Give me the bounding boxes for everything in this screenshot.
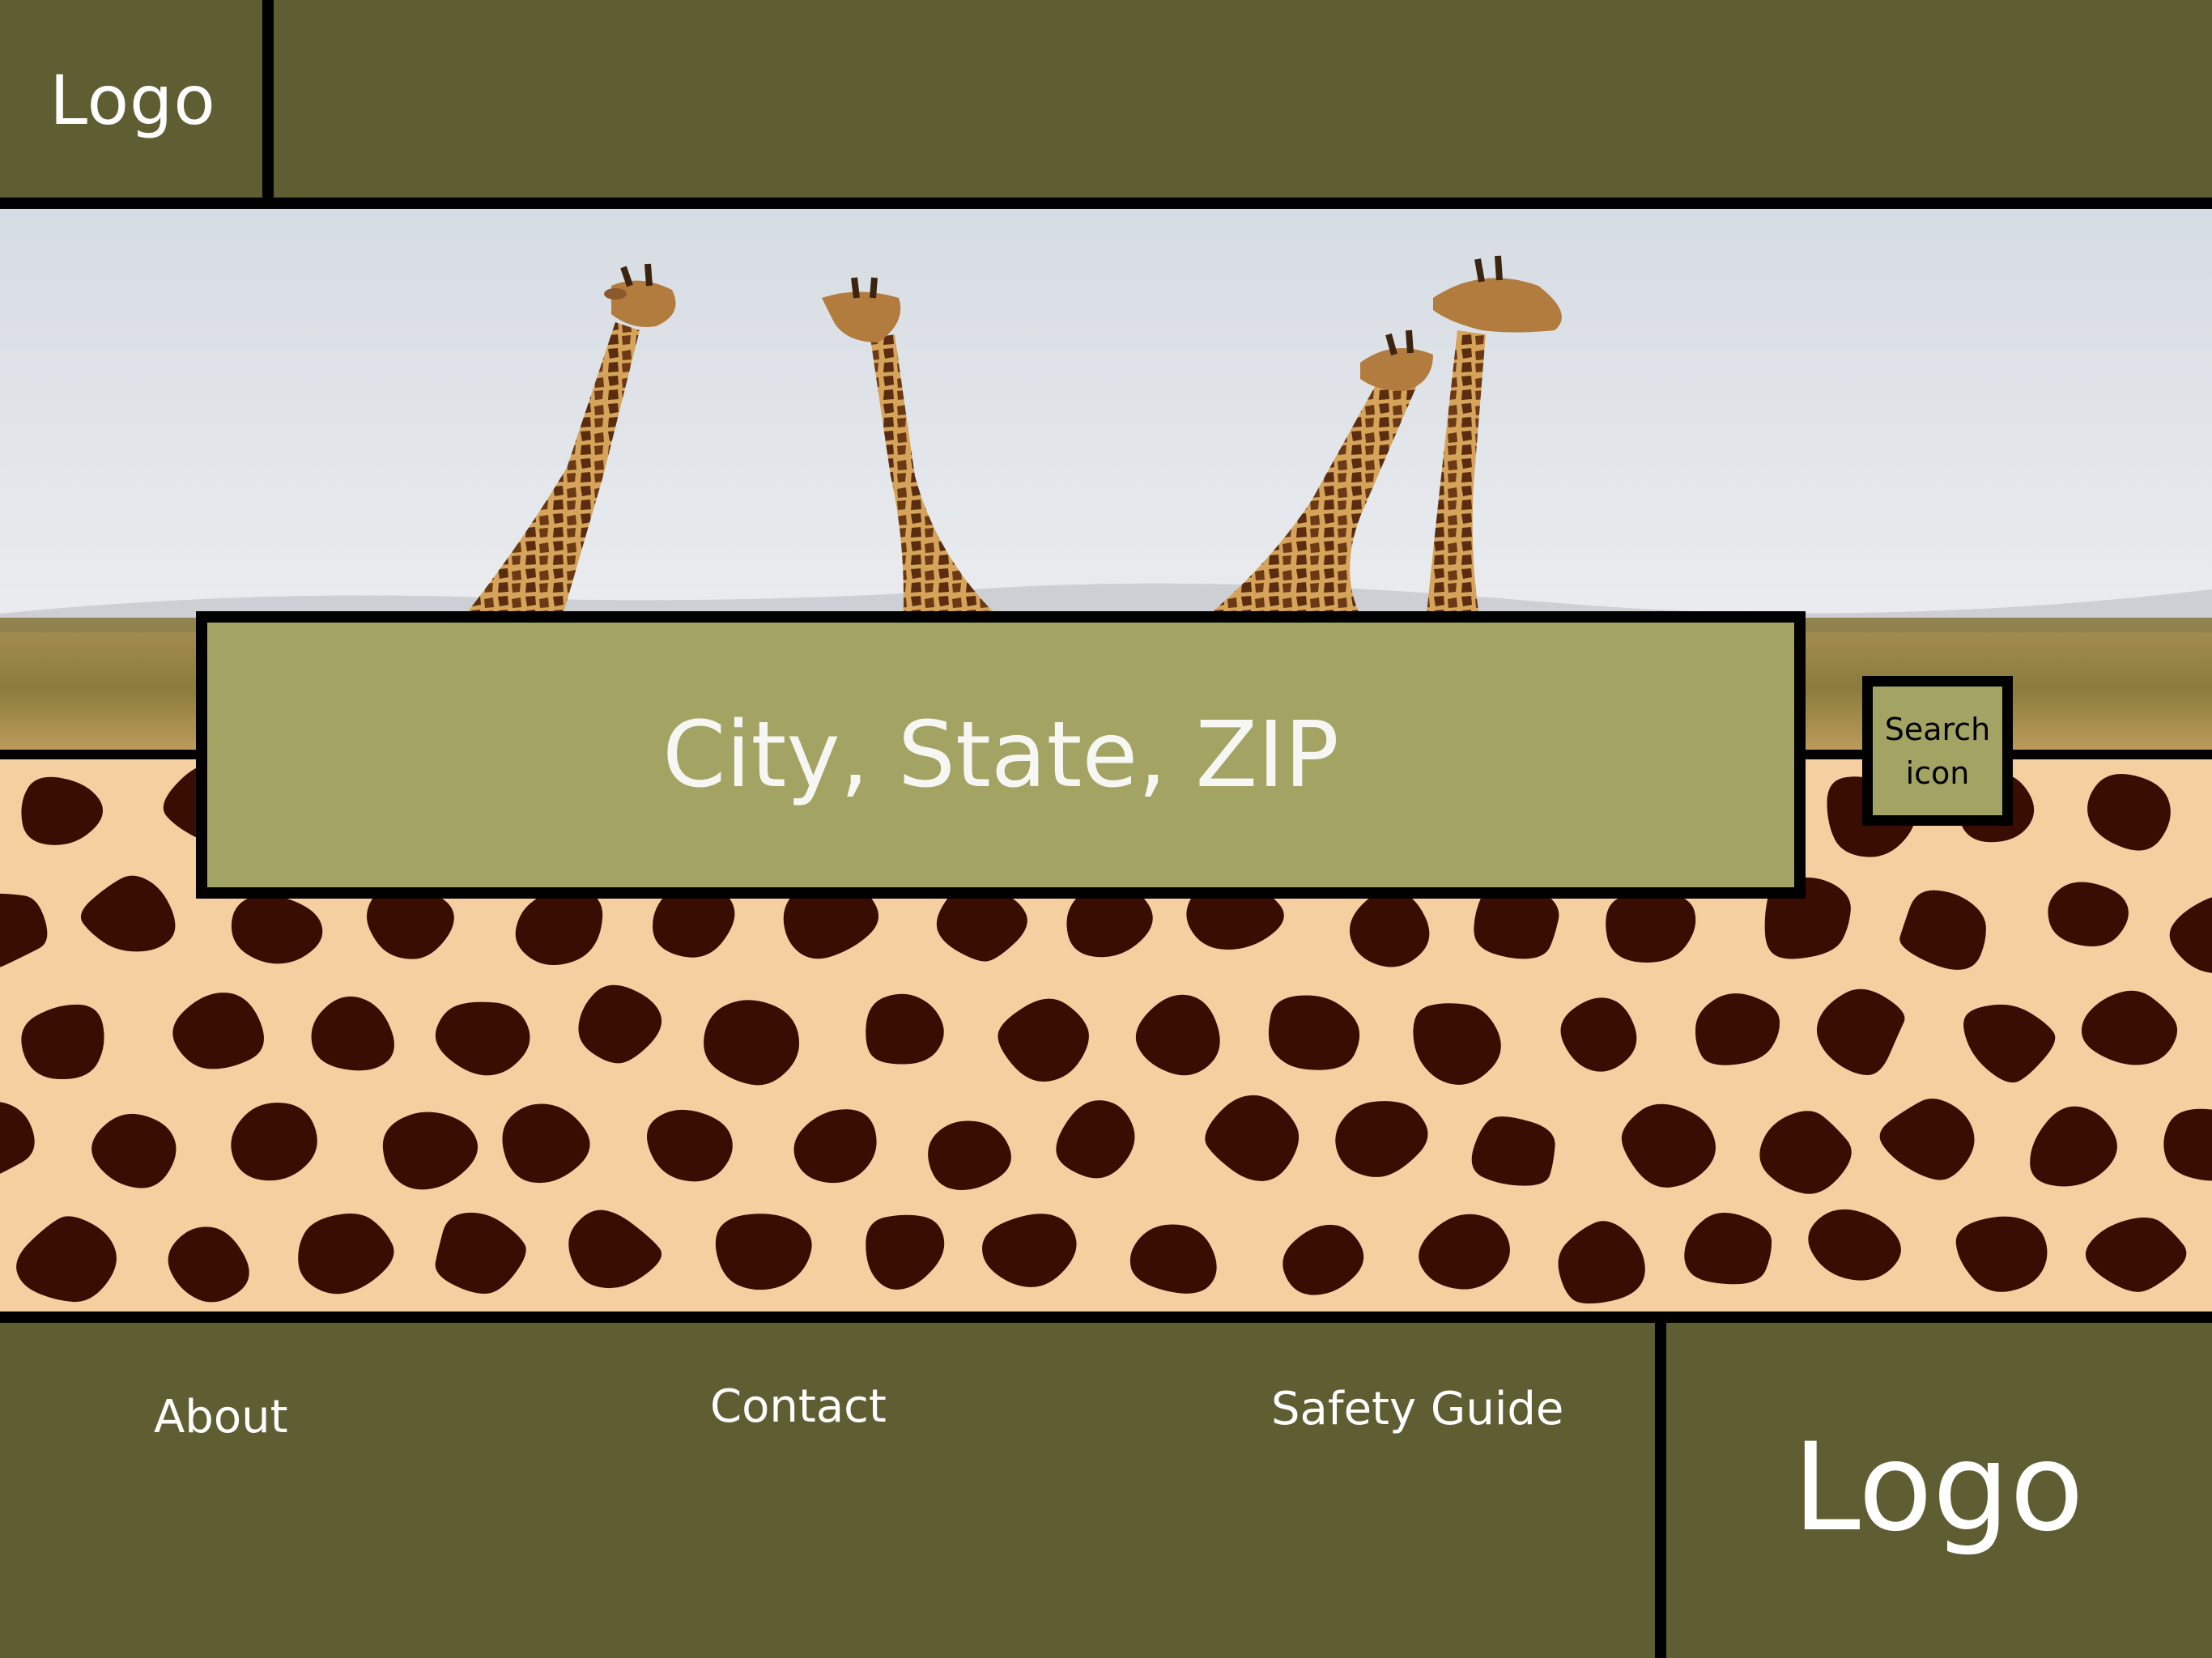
footer-link-safety-guide[interactable]: Safety Guide [1271, 1383, 1563, 1435]
footer-link-contact[interactable]: Contact [710, 1380, 887, 1433]
location-search-input[interactable]: City, State, ZIP [196, 611, 1806, 899]
footer-logo[interactable]: Logo [1665, 1318, 2212, 1658]
giraffe-spot [1471, 1116, 1555, 1186]
header [0, 0, 2212, 201]
header-divider [262, 0, 274, 201]
header-logo[interactable]: Logo [0, 0, 266, 201]
footer-link-about[interactable]: About [154, 1391, 288, 1443]
search-icon: Search icon [1884, 711, 1991, 791]
search-button[interactable]: Search icon [1862, 676, 2013, 826]
header-bottom-border [0, 198, 2212, 209]
